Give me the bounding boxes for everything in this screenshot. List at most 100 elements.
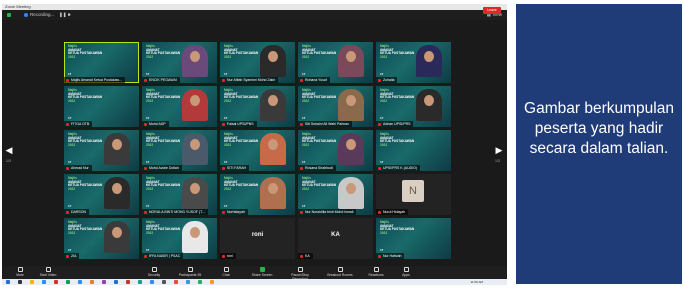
participant-tile[interactable]: Majlis AMANAT KETUA PUSTAKAWAN 2022 17 Nur Ha… <box>376 218 451 259</box>
next-page-arrow-icon[interactable]: ▶ <box>495 144 503 156</box>
participant-name: Faisal UPSI/PNS <box>220 121 257 127</box>
caption-text: Gambar berkumpulan peserta yang hadir se… <box>524 100 674 157</box>
poster-date: 17 <box>380 72 384 76</box>
participant-tile[interactable]: N Nurul Hidayah <box>376 174 451 215</box>
event-poster-title: Majlis AMANAT KETUA PUSTAKAWAN 2022 <box>380 44 414 59</box>
taskbar-app-icon[interactable] <box>186 280 190 284</box>
muted-mic-icon <box>144 210 147 214</box>
poster-date: 17 <box>68 160 72 164</box>
participant-tile[interactable]: Majlis AMANAT KETUA PUSTAKAWAN 2022 17 ENCIK … <box>142 42 217 83</box>
security-button[interactable]: Security <box>138 267 170 277</box>
participant-tile[interactable]: Majlis AMANAT KETUA PUSTAKAWAN 2022 17 Adrian… <box>376 86 451 127</box>
participant-name: UPSI/PRS K (AUDIO) <box>376 165 421 171</box>
taskbar-app-icon[interactable] <box>6 280 10 284</box>
participant-tile[interactable]: KA KA <box>298 218 373 259</box>
encryption-shield-icon <box>7 13 11 17</box>
taskbar-app-icon[interactable] <box>162 280 166 284</box>
meeting-status-bar: Recording... ❚❚ ■ ▦ View <box>2 10 507 20</box>
participant-tile[interactable]: Majlis AMANAT KETUA PUSTAKAWAN 2022 17 DARSON <box>64 174 139 215</box>
participant-tile[interactable]: Majlis AMANAT KETUA PUSTAKAWAN 2022 17 Mohd A… <box>142 86 217 127</box>
taskbar-app-icon[interactable] <box>102 280 106 284</box>
participant-video <box>260 177 286 209</box>
poster-date: 17 <box>380 248 384 252</box>
participant-tile[interactable]: Majlis AMANAT KETUA PUSTAKAWAN 2022 17 Ahmad … <box>64 130 139 171</box>
reactions-button[interactable]: Reactions <box>360 267 392 277</box>
toolbar-label: Share Screen <box>251 273 273 277</box>
taskbar-app-icon[interactable] <box>18 280 22 284</box>
taskbar-app-icon[interactable] <box>66 280 70 284</box>
poster-date: 17 <box>68 116 72 120</box>
event-poster-title: Majlis AMANAT KETUA PUSTAKAWAN 2022 <box>380 132 414 147</box>
toolbar-label: Reactions <box>368 273 384 277</box>
apps-button[interactable]: Apps <box>390 267 422 277</box>
pause-recording-icon[interactable]: ❚❚ ■ <box>59 10 71 20</box>
share-screen-button[interactable]: Share Screen <box>246 267 278 277</box>
participant-video <box>182 221 208 253</box>
share-screen-icon <box>259 267 265 272</box>
muted-mic-icon <box>300 122 303 126</box>
participant-tile[interactable]: Majlis AMANAT KETUA PUSTAKAWAN 2022 17 IFFA N… <box>142 218 217 259</box>
muted-mic-icon <box>66 210 69 214</box>
avatar-initial: N <box>402 180 424 202</box>
poster-date: 17 <box>380 116 384 120</box>
participant-tile[interactable]: Majlis AMANAT KETUA PUSTAKAWAN 2022 17 SITI F… <box>220 130 295 171</box>
taskbar-app-icon[interactable] <box>174 280 178 284</box>
participant-tile[interactable]: roni roni <box>220 218 295 259</box>
taskbar-app-icon[interactable] <box>138 280 142 284</box>
muted-mic-icon <box>378 122 381 126</box>
recording-indicator[interactable]: Recording... <box>24 10 54 20</box>
event-poster-title: Majlis AMANAT KETUA PUSTAKAWAN 2022 <box>224 44 258 59</box>
taskbar-app-icon[interactable] <box>90 280 94 284</box>
muted-mic-icon <box>378 166 381 170</box>
participant-tile[interactable]: Majlis AMANAT KETUA PUSTAKAWAN 2022 17 Nur No… <box>298 174 373 215</box>
participant-name: NORULA BINTI MOHD YUSOF (T... <box>142 209 208 215</box>
participant-tile[interactable]: Majlis AMANAT KETUA PUSTAKAWAN 2022 17 Faisal… <box>220 86 295 127</box>
taskbar-app-icon[interactable] <box>126 280 130 284</box>
participant-tile[interactable]: Majlis AMANAT KETUA PUSTAKAWAN 2022 17 Majlis… <box>64 42 139 83</box>
taskbar-app-icon[interactable] <box>42 280 46 284</box>
participant-video <box>182 45 208 77</box>
participant-tile[interactable]: Majlis AMANAT KETUA PUSTAKAWAN 2022 17 Zuhail… <box>376 42 451 83</box>
taskbar-app-icon[interactable] <box>30 280 34 284</box>
poster-year: 2022 <box>224 186 232 191</box>
chat-button[interactable]: Chat <box>210 267 242 277</box>
breakout-rooms-button[interactable]: Breakout Rooms <box>324 267 356 277</box>
participant-tile[interactable]: Majlis AMANAT KETUA PUSTAKAWAN 2022 17 Norhid… <box>220 174 295 215</box>
participant-tile[interactable]: Majlis AMANAT KETUA PUSTAKAWAN 2022 17 Rohana… <box>298 42 373 83</box>
chat-icon <box>223 267 229 272</box>
participant-head <box>190 227 200 238</box>
participant-tile[interactable]: Majlis AMANAT KETUA PUSTAKAWAN 2022 17 Mohd A… <box>142 130 217 171</box>
taskbar-app-icon[interactable] <box>150 280 154 284</box>
taskbar-app-icon[interactable] <box>198 280 202 284</box>
muted-mic-icon <box>222 78 225 82</box>
taskbar-app-icon[interactable] <box>210 280 214 284</box>
muted-mic-icon <box>378 210 381 214</box>
participant-tile[interactable]: Majlis AMANAT KETUA PUSTAKAWAN 2022 17 Siti S… <box>298 86 373 127</box>
taskbar-app-icon[interactable] <box>78 280 82 284</box>
poster-date: 17 <box>146 160 150 164</box>
participant-tile[interactable]: Majlis AMANAT KETUA PUSTAKAWAN 2022 17 Nur Af… <box>220 42 295 83</box>
participant-tile[interactable]: Majlis AMANAT KETUA PUSTAKAWAN 2022 17 ZIA <box>64 218 139 259</box>
poster-date: 17 <box>302 160 306 164</box>
participant-tile[interactable]: Majlis AMANAT KETUA PUSTAKAWAN 2022 17 UPSI/P… <box>376 130 451 171</box>
participant-tile[interactable]: Majlis AMANAT KETUA PUSTAKAWAN 2022 17 NORULA… <box>142 174 217 215</box>
previous-page-arrow-icon[interactable]: ◀ <box>5 144 13 156</box>
muted-mic-icon <box>144 254 147 258</box>
poster-year: 2022 <box>380 230 388 235</box>
participant-video <box>338 177 364 209</box>
taskbar-app-icon[interactable] <box>54 280 58 284</box>
poster-year: 2022 <box>146 142 154 147</box>
participant-tile[interactable]: Majlis AMANAT KETUA PUSTAKAWAN 2022 17 Rosana… <box>298 130 373 171</box>
leave-button[interactable]: Leave <box>483 7 501 14</box>
participant-head <box>112 139 122 150</box>
poster-date: 17 <box>224 204 228 208</box>
taskbar-app-icon[interactable] <box>114 280 118 284</box>
event-poster-title: Majlis AMANAT KETUA PUSTAKAWAN 2022 <box>302 88 336 103</box>
start-video-button[interactable]: Start Video <box>32 267 64 277</box>
poster-year: 2022 <box>146 54 154 59</box>
participant-name: Mohd Azizie Dollah <box>142 165 182 171</box>
caption-panel: Gambar berkumpulan peserta yang hadir se… <box>516 4 682 284</box>
participant-video <box>104 221 130 253</box>
participants-button[interactable]: Participants 95 <box>174 267 206 277</box>
participant-tile[interactable]: Majlis AMANAT KETUA PUSTAKAWAN 2022 17 FITGA … <box>64 86 139 127</box>
